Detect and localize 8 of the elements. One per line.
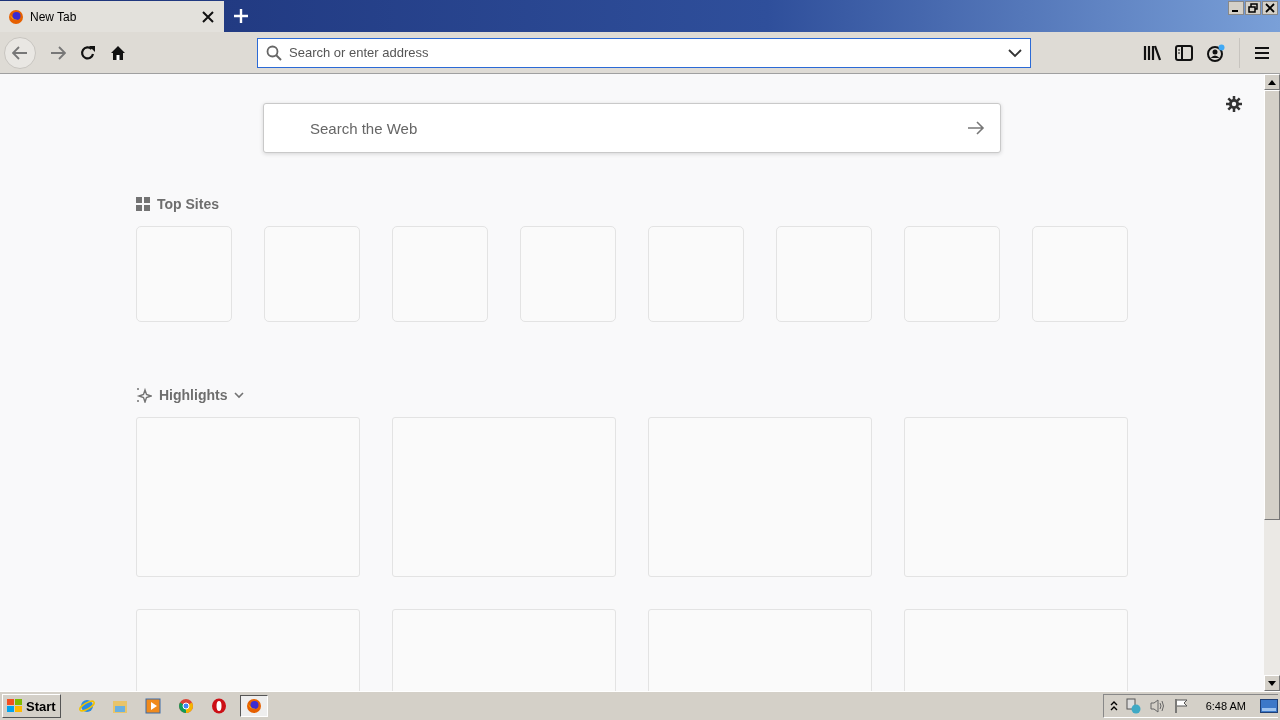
tab-title: New Tab — [30, 9, 78, 24]
start-button[interactable]: Start — [2, 694, 61, 718]
clock[interactable]: 6:48 AM — [1205, 700, 1246, 712]
web-search-field[interactable]: Search the Web — [263, 103, 1001, 153]
browser-tab[interactable]: New Tab — [0, 1, 224, 32]
section-title: Highlights — [159, 387, 228, 403]
address-field[interactable]: Search or enter address — [257, 37, 1031, 68]
section-title: Top Sites — [157, 196, 219, 212]
